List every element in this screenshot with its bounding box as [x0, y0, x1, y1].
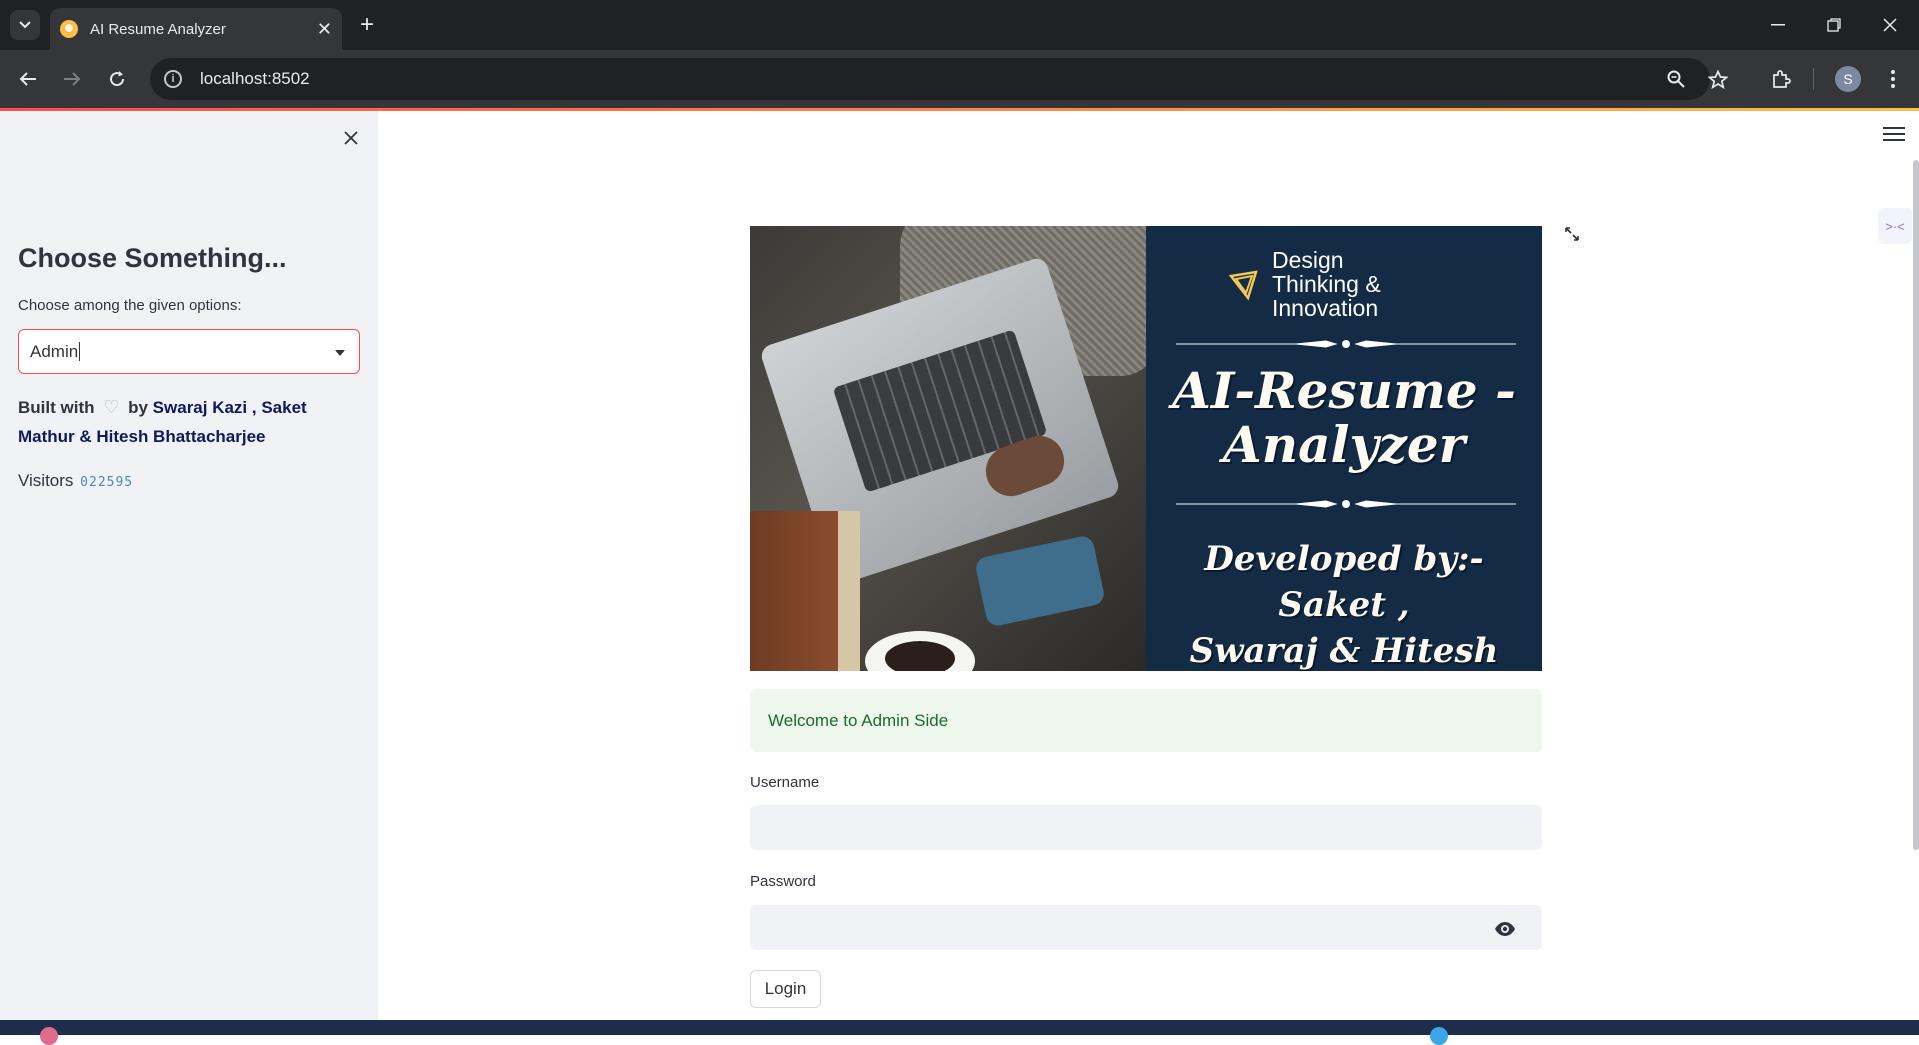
show-password-eye-icon[interactable] [1493, 917, 1517, 941]
sidebar-heading: Choose Something... [18, 243, 287, 273]
username-label: Username [750, 774, 820, 791]
taskbar-app-icon[interactable] [1430, 1027, 1448, 1045]
browser-tab[interactable]: AI Resume Analyzer ✕ [50, 8, 342, 50]
password-label: Password [750, 873, 816, 890]
chevron-down-icon[interactable] [335, 350, 345, 356]
heart-icon: ♡ [103, 397, 120, 417]
select-label: Choose among the given options: [18, 297, 242, 314]
visitors-label: Visitors [18, 471, 74, 490]
browser-toolbar: i localhost:8502 [0, 50, 1919, 108]
bookmark-star-icon[interactable] [1702, 63, 1734, 95]
streamlit-favicon-icon [60, 20, 78, 38]
extension-side-icon[interactable]: >·< [1878, 208, 1912, 244]
sidebar: Choose Something... Choose among the giv… [0, 111, 378, 1020]
built-with-prefix: Built with [18, 398, 95, 417]
poster-credits: Developed by:- Saket , Swaraj & Hitesh [1146, 536, 1542, 671]
poster-credits-line-1: Developed by:- Saket , [1204, 539, 1484, 625]
profile-avatar[interactable]: S [1835, 66, 1861, 92]
built-with-by: by [128, 398, 148, 417]
poster-title: AI-Resume - Analyzer [1146, 364, 1542, 472]
minimize-icon[interactable] [1750, 0, 1806, 50]
poster-title-line-2: Analyzer [1222, 415, 1466, 474]
extensions-icon[interactable] [1765, 63, 1797, 95]
visitors-counter: Visitors 022595 [18, 471, 133, 491]
ornament-divider [1176, 500, 1516, 508]
reload-icon[interactable] [101, 63, 133, 95]
design-thinking-logo-icon [1228, 270, 1258, 301]
ornament-divider [1176, 340, 1516, 348]
site-info-icon[interactable]: i [164, 70, 182, 88]
visitors-count: 022595 [80, 475, 134, 490]
success-alert: Welcome to Admin Side [750, 689, 1542, 752]
built-with-credit: Built with ♡ by Swaraj Kazi , Saket Math… [18, 393, 368, 451]
browser-tab-bar: AI Resume Analyzer ✕ + [0, 0, 1919, 50]
password-input[interactable] [750, 905, 1542, 950]
tab-close-icon[interactable]: ✕ [317, 19, 332, 40]
laptop-photo [750, 226, 1146, 671]
poster-panel: Design Thinking & Innovation AI-Resume -… [1146, 226, 1542, 671]
brand-line-3: Innovation [1272, 295, 1379, 321]
login-button[interactable]: Login [750, 970, 821, 1008]
mode-select[interactable]: Admin [18, 329, 360, 374]
poster-title-line-1: AI-Resume - [1172, 361, 1516, 420]
sidebar-close-icon[interactable] [338, 125, 364, 151]
tab-search-icon[interactable] [10, 10, 40, 40]
fullscreen-expand-icon[interactable] [1562, 224, 1582, 244]
page-scrollbar[interactable] [1913, 160, 1919, 850]
text-cursor [79, 342, 81, 361]
back-icon[interactable] [12, 63, 44, 95]
forward-icon[interactable] [56, 63, 88, 95]
brand-text: Design Thinking & Innovation [1272, 248, 1381, 320]
brand-line-2: Thinking & [1272, 271, 1381, 297]
os-taskbar [0, 1020, 1919, 1035]
close-window-icon[interactable] [1862, 0, 1918, 50]
brand-line-1: Design [1272, 247, 1344, 273]
toolbar-separator [1813, 68, 1814, 90]
address-bar[interactable]: i localhost:8502 [150, 58, 1710, 100]
menu-dots-icon[interactable] [1877, 63, 1909, 95]
banner-image: Design Thinking & Innovation AI-Resume -… [750, 226, 1542, 671]
restore-icon[interactable] [1806, 0, 1862, 50]
address-text: localhost:8502 [200, 69, 310, 88]
tab-title: AI Resume Analyzer [90, 20, 226, 38]
taskbar-app-icon[interactable] [40, 1027, 58, 1045]
mode-select-value: Admin [30, 341, 79, 361]
poster-credits-line-2: Swaraj & Hitesh [1189, 631, 1499, 671]
username-input[interactable] [750, 805, 1542, 850]
new-tab-button[interactable]: + [352, 10, 382, 40]
zoom-icon[interactable] [1660, 63, 1692, 95]
main-menu-icon[interactable] [1883, 127, 1905, 145]
